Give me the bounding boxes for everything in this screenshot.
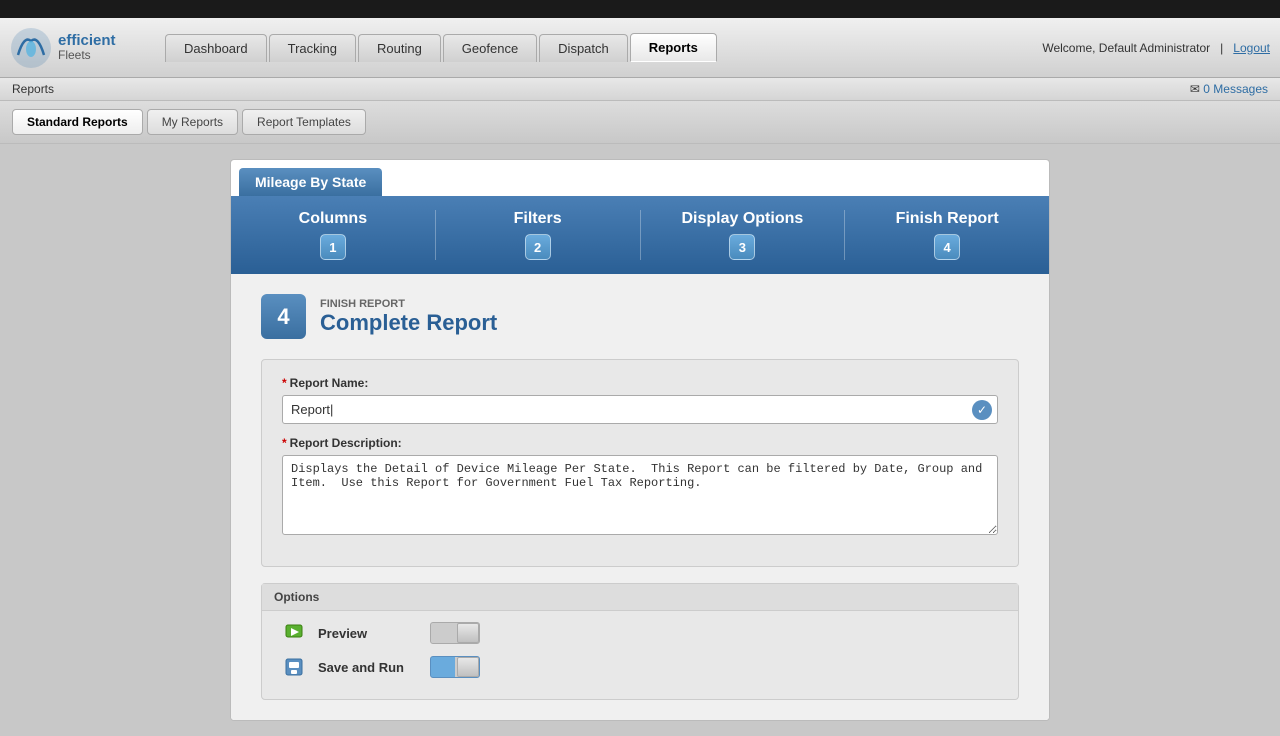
option-saverun-row: Save and Run xyxy=(282,655,998,679)
report-container: Mileage By State Columns 1 Filters 2 Dis… xyxy=(230,159,1050,721)
report-description-textarea[interactable]: Displays the Detail of Device Mileage Pe… xyxy=(282,455,998,535)
step-title-group: FINISH REPORT Complete Report xyxy=(320,298,497,336)
logo-icon xyxy=(10,27,52,69)
report-description-group: * Report Description: Displays the Detai… xyxy=(282,436,998,538)
messages-link[interactable]: ✉ 0 Messages xyxy=(1190,82,1268,96)
logo-efficient: efficient xyxy=(58,33,116,50)
preview-label: Preview xyxy=(318,626,418,641)
step-filters[interactable]: Filters 2 xyxy=(436,196,640,274)
step-display-options-label: Display Options xyxy=(681,210,803,228)
step-columns-label: Columns xyxy=(299,210,367,228)
step-title: Complete Report xyxy=(320,310,497,336)
nav-tabs: Dashboard Tracking Routing Geofence Disp… xyxy=(165,33,1042,62)
report-title-tab: Mileage By State xyxy=(239,168,382,196)
sub-tab-my-reports[interactable]: My Reports xyxy=(147,109,238,135)
saverun-icon xyxy=(282,655,306,679)
welcome-text: Welcome, Default Administrator xyxy=(1042,41,1210,55)
required-star-desc: * xyxy=(282,436,287,450)
header-right: Welcome, Default Administrator | Logout xyxy=(1042,41,1270,55)
separator-icon: | xyxy=(1220,41,1223,55)
input-check-icon: ✓ xyxy=(972,400,992,420)
envelope-icon: ✉ xyxy=(1190,82,1200,96)
saverun-toggle[interactable] xyxy=(430,656,480,678)
report-name-group: * Report Name: ✓ xyxy=(282,376,998,424)
sub-tab-standard-reports[interactable]: Standard Reports xyxy=(12,109,143,135)
saverun-toggle-knob xyxy=(457,657,479,677)
nav-tab-geofence[interactable]: Geofence xyxy=(443,34,537,62)
step-columns[interactable]: Columns 1 xyxy=(231,196,435,274)
logo-text: efficient Fleets xyxy=(58,33,116,63)
options-body: Preview xyxy=(262,611,1018,699)
main-content: Mileage By State Columns 1 Filters 2 Dis… xyxy=(0,144,1280,736)
step-header: 4 FINISH REPORT Complete Report xyxy=(261,294,1019,339)
step-number-box: 4 xyxy=(261,294,306,339)
content-area: 4 FINISH REPORT Complete Report * Report… xyxy=(231,274,1049,720)
header: efficient Fleets Dashboard Tracking Rout… xyxy=(0,18,1280,78)
step-display-options[interactable]: Display Options 3 xyxy=(641,196,845,274)
options-header: Options xyxy=(262,584,1018,611)
report-name-wrapper: ✓ xyxy=(282,395,998,424)
report-name-input[interactable] xyxy=(282,395,998,424)
required-star-name: * xyxy=(282,376,287,390)
step-filters-label: Filters xyxy=(514,210,562,228)
option-preview-row: Preview xyxy=(282,621,998,645)
preview-toggle[interactable] xyxy=(430,622,480,644)
logo-fleets: Fleets xyxy=(58,49,116,62)
step-filters-badge: 2 xyxy=(525,234,551,260)
options-section: Options Preview xyxy=(261,583,1019,700)
breadcrumb-bar: Reports ✉ 0 Messages xyxy=(0,78,1280,101)
step-subtitle: FINISH REPORT xyxy=(320,298,497,310)
step-columns-badge: 1 xyxy=(320,234,346,260)
logo-area: efficient Fleets xyxy=(10,27,165,69)
nav-tab-tracking[interactable]: Tracking xyxy=(269,34,356,62)
report-name-label: * Report Name: xyxy=(282,376,998,390)
step-finish-badge: 4 xyxy=(934,234,960,260)
step-finish-label: Finish Report xyxy=(896,210,999,228)
nav-tab-reports[interactable]: Reports xyxy=(630,33,717,62)
saverun-label: Save and Run xyxy=(318,660,418,675)
nav-tab-dispatch[interactable]: Dispatch xyxy=(539,34,628,62)
step-display-options-badge: 3 xyxy=(729,234,755,260)
sub-tab-report-templates[interactable]: Report Templates xyxy=(242,109,366,135)
nav-tab-dashboard[interactable]: Dashboard xyxy=(165,34,267,62)
breadcrumb-text: Reports xyxy=(12,82,54,96)
steps-bar: Columns 1 Filters 2 Display Options 3 Fi… xyxy=(231,196,1049,274)
preview-toggle-knob xyxy=(457,623,479,643)
nav-tab-routing[interactable]: Routing xyxy=(358,34,441,62)
form-section: * Report Name: ✓ * Report Description: D… xyxy=(261,359,1019,567)
step-finish-report[interactable]: Finish Report 4 xyxy=(845,196,1049,274)
sub-nav: Standard Reports My Reports Report Templ… xyxy=(0,101,1280,144)
report-description-label: * Report Description: xyxy=(282,436,998,450)
preview-icon xyxy=(282,621,306,645)
top-bar xyxy=(0,0,1280,18)
logout-link[interactable]: Logout xyxy=(1233,41,1270,55)
